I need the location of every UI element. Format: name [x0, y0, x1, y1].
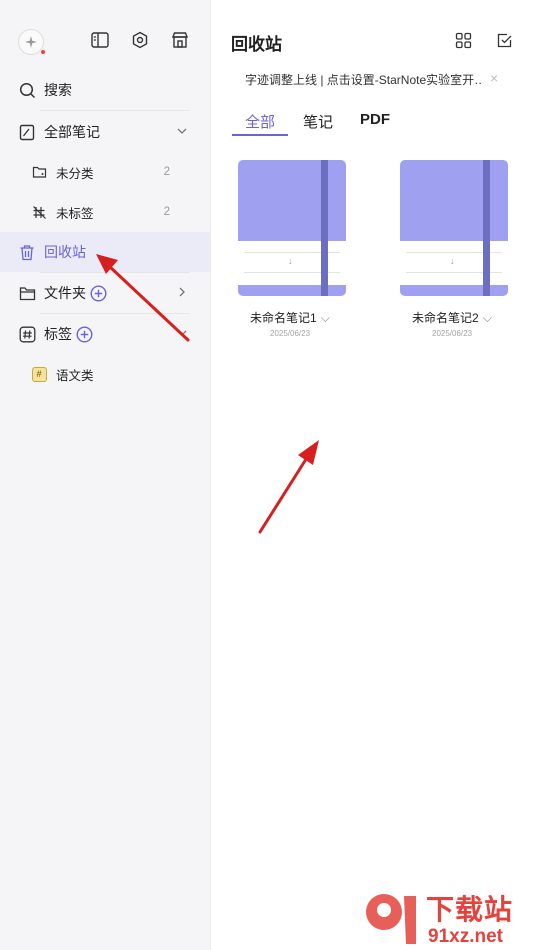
- note-title-text: 未命名笔记1: [250, 311, 317, 325]
- folder-icon: [18, 284, 36, 302]
- search-icon: [18, 81, 36, 99]
- tag-badge-glyph: #: [31, 366, 47, 382]
- sidebar: 搜索 全部笔记 未分类 2 未标签 2 回收站 文件夹 标签 # 语文类: [0, 0, 211, 950]
- note-title[interactable]: 未命名笔记2 ⌵: [412, 309, 492, 326]
- avatar[interactable]: [18, 29, 45, 55]
- folder-question-icon: [30, 163, 48, 181]
- hashtag-icon: [18, 325, 36, 343]
- sidebar-item-all-notes[interactable]: 全部笔记: [0, 113, 210, 151]
- banner-close-icon[interactable]: ×: [490, 70, 498, 86]
- notebook-cover[interactable]: ↓: [400, 160, 508, 296]
- item-count: 2: [163, 206, 170, 218]
- settings-icon[interactable]: [129, 29, 151, 51]
- sidebar-item-label: 未标签: [56, 206, 94, 221]
- watermark-91-icon: [366, 894, 416, 944]
- cover-label-band: ↓: [238, 241, 346, 285]
- sidebar-item-label: 标签: [44, 326, 72, 342]
- cover-strap: [483, 160, 490, 296]
- watermark-logo: 下载站 91xz.net: [360, 886, 532, 948]
- divider: [40, 313, 190, 314]
- chevron-right-icon[interactable]: [176, 285, 188, 303]
- sidebar-item-uncategorized[interactable]: 未分类 2: [0, 153, 210, 191]
- notebook-cover[interactable]: ↓: [238, 160, 346, 296]
- tag-badge-icon: #: [30, 365, 48, 383]
- trash-icon: [18, 243, 36, 261]
- cover-strap: [321, 160, 328, 296]
- chevron-down-icon[interactable]: [176, 124, 188, 142]
- down-arrow-icon: ↓: [288, 256, 293, 266]
- down-arrow-icon: ↓: [450, 256, 455, 266]
- cover-label-band: ↓: [400, 241, 508, 285]
- tab-underline: [232, 134, 288, 136]
- sidebar-item-label: 搜索: [44, 82, 72, 98]
- watermark-domain: 91xz.net: [428, 926, 503, 947]
- announcement-banner[interactable]: 字迹调整上线 | 点击设置-StarNote实验室开…: [245, 71, 481, 88]
- note-date: 2025/06/23: [432, 329, 473, 338]
- tab-notes[interactable]: 笔记: [303, 111, 333, 132]
- sidebar-item-label: 回收站: [44, 244, 86, 260]
- sidebar-item-trash[interactable]: 回收站: [0, 232, 210, 272]
- sidebar-item-search[interactable]: 搜索: [0, 71, 210, 109]
- watermark-brand: 下载站: [426, 894, 514, 925]
- sidebar-item-untagged[interactable]: 未标签 2: [0, 193, 210, 231]
- sidebar-item-label: 全部笔记: [44, 124, 100, 140]
- main-panel: 回收站 字迹调整上线 | 点击设置-StarNote实验室开… × 全部 笔记 …: [211, 0, 534, 950]
- item-count: 2: [163, 166, 170, 178]
- notebook-icon: [18, 123, 36, 141]
- sidebar-item-tags[interactable]: 标签: [0, 315, 210, 353]
- grid-view-icon[interactable]: [452, 29, 474, 51]
- sidebar-toggle-icon[interactable]: [89, 29, 111, 51]
- note-date: 2025/06/23: [270, 329, 311, 338]
- add-tag-icon[interactable]: [76, 325, 93, 343]
- chevron-down-icon[interactable]: ⌵: [483, 311, 492, 325]
- sidebar-item-folders[interactable]: 文件夹: [0, 274, 210, 312]
- divider: [40, 272, 190, 273]
- tab-all[interactable]: 全部: [245, 111, 275, 132]
- sidebar-item-label: 语文类: [56, 368, 94, 383]
- add-folder-icon[interactable]: [90, 284, 107, 302]
- chevron-down-icon[interactable]: ⌵: [321, 311, 330, 325]
- notification-dot: [41, 50, 45, 54]
- sparkle-icon: [25, 36, 37, 48]
- sidebar-item-tag-chinese[interactable]: # 语文类: [0, 355, 210, 393]
- tab-pdf[interactable]: PDF: [360, 111, 390, 128]
- sidebar-item-label: 未分类: [56, 166, 94, 181]
- note-title-text: 未命名笔记2: [412, 311, 479, 325]
- chevron-down-icon[interactable]: [176, 326, 188, 344]
- store-icon[interactable]: [169, 29, 191, 51]
- no-tag-icon: [30, 203, 48, 221]
- page-title: 回收站: [231, 35, 282, 54]
- divider: [40, 110, 190, 111]
- select-check-icon[interactable]: [493, 29, 515, 51]
- note-title[interactable]: 未命名笔记1 ⌵: [250, 309, 330, 326]
- sidebar-item-label: 文件夹: [44, 285, 86, 301]
